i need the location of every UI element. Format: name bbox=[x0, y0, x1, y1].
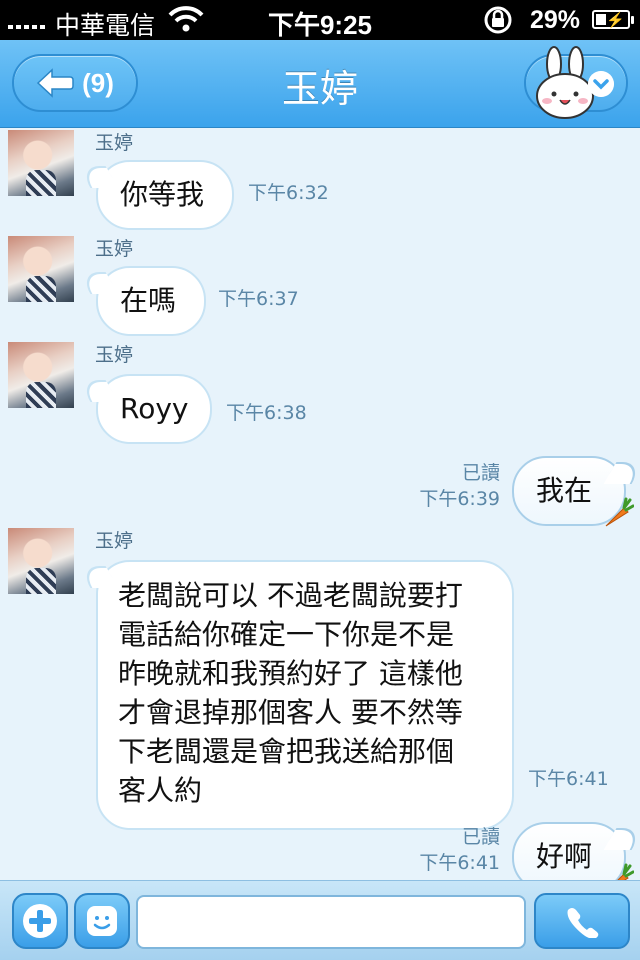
message-input-bar bbox=[0, 880, 640, 960]
call-button[interactable] bbox=[534, 893, 630, 949]
message-text-line: 電話給你確定一下你是不是 bbox=[118, 618, 455, 651]
sender-name: 玉婷 bbox=[95, 530, 134, 552]
rotation-lock-icon bbox=[484, 6, 512, 34]
message-time: 下午6:41 bbox=[419, 852, 500, 874]
incoming-message-bubble[interactable]: 在嗎 bbox=[96, 266, 206, 336]
contact-avatar[interactable] bbox=[8, 236, 74, 302]
contact-avatar[interactable] bbox=[8, 130, 74, 196]
sender-name: 玉婷 bbox=[95, 344, 134, 366]
message-text: 我在 bbox=[536, 474, 593, 507]
read-receipt: 已讀 bbox=[461, 462, 500, 484]
incoming-message-bubble[interactable]: 你等我 bbox=[96, 160, 234, 230]
plus-icon bbox=[23, 904, 57, 938]
message-text: Royy bbox=[120, 392, 189, 425]
back-arrow-icon bbox=[37, 68, 74, 98]
incoming-message-bubble[interactable]: 老闆說可以 不過老闆說要打 電話給你確定一下你是不是 昨晚就和我預約好了 這樣他… bbox=[96, 560, 514, 830]
message-text-line: 下老闆還是會把我送給那個 bbox=[118, 735, 455, 768]
message-text: 你等我 bbox=[120, 178, 205, 211]
chat-title: 玉婷 bbox=[281, 67, 358, 111]
message-time: 下午6:41 bbox=[528, 768, 609, 790]
sticker-button[interactable] bbox=[74, 893, 130, 949]
message-text-line: 才會退掉那個客人 要不然等 bbox=[118, 696, 463, 729]
phone-icon bbox=[567, 908, 599, 938]
status-bar: 中華電信 下午9:25 29% ⚡ bbox=[0, 0, 640, 40]
message-text: 好啊 bbox=[536, 840, 593, 873]
outgoing-message-bubble[interactable]: 我在 bbox=[512, 456, 634, 527]
add-attachment-button[interactable] bbox=[12, 893, 68, 949]
battery-icon: ⚡ bbox=[592, 10, 634, 29]
message-time: 下午6:32 bbox=[248, 182, 329, 204]
back-button[interactable]: (9) bbox=[12, 54, 138, 112]
message-time: 下午6:39 bbox=[419, 488, 500, 510]
chevron-down-icon bbox=[588, 71, 614, 97]
message-time: 下午6:37 bbox=[218, 288, 299, 310]
sender-name: 玉婷 bbox=[95, 238, 134, 260]
unread-count: (9) bbox=[82, 67, 114, 98]
message-text-line: 客人約 bbox=[118, 774, 203, 807]
battery-percent: 29% bbox=[530, 6, 581, 34]
navigation-bar: (9) 玉婷 bbox=[0, 40, 640, 128]
contact-avatar[interactable] bbox=[8, 342, 74, 408]
message-text: 在嗎 bbox=[120, 284, 177, 317]
smiley-icon bbox=[87, 906, 117, 936]
incoming-message-bubble[interactable]: Royy bbox=[96, 374, 212, 444]
message-text-line: 老闆說可以 不過老闆說要打 bbox=[118, 579, 463, 612]
message-time: 下午6:38 bbox=[226, 402, 307, 424]
contact-avatar[interactable] bbox=[8, 528, 74, 594]
carrot-icon bbox=[605, 497, 634, 527]
sender-name: 玉婷 bbox=[95, 132, 134, 154]
message-text-line: 昨晚就和我預約好了 這樣他 bbox=[118, 657, 463, 690]
chat-menu-button[interactable] bbox=[524, 46, 628, 119]
read-receipt: 已讀 bbox=[461, 826, 500, 848]
message-input[interactable] bbox=[136, 895, 526, 949]
